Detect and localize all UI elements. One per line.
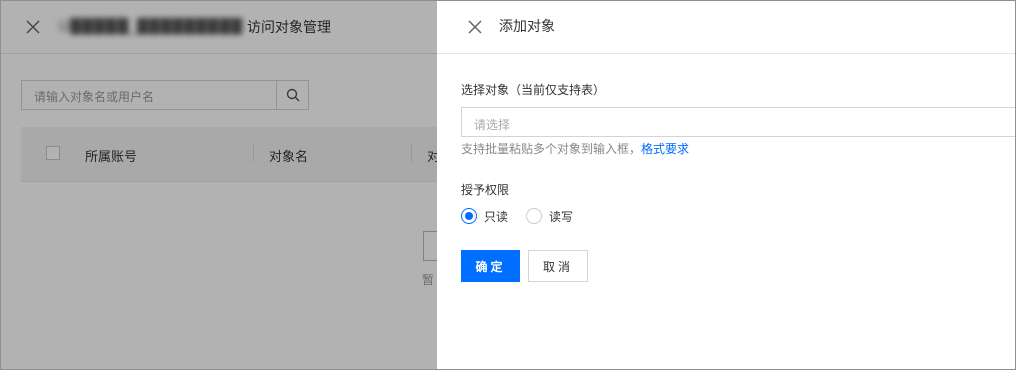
drawer-title: 添加对象 <box>499 19 555 35</box>
object-field-label: 选择对象（当前仅支持表） <box>461 83 606 97</box>
object-select-placeholder: 请选择 <box>474 118 511 132</box>
object-select[interactable]: 请选择 <box>461 107 1015 137</box>
radio-checked-icon <box>461 208 477 224</box>
radio-read-only-label: 只读 <box>484 209 509 224</box>
close-icon[interactable] <box>467 19 483 35</box>
permission-field-label: 授予权限 <box>461 183 510 197</box>
cancel-button[interactable]: 取消 <box>528 250 588 282</box>
radio-read-write-label: 读写 <box>549 209 574 224</box>
window-frame: U█████_█████████ 访问对象管理 请输入对象名或用户名 所属账号 … <box>0 0 1016 370</box>
help-text: 支持批量粘贴多个对象到输入框， <box>461 142 642 156</box>
confirm-button[interactable]: 确定 <box>461 250 520 282</box>
object-help-text: 支持批量粘贴多个对象到输入框，格式要求 <box>461 140 689 157</box>
radio-read-only[interactable]: 只读 <box>461 208 508 225</box>
permission-radio-group: 只读 读写 <box>461 207 591 225</box>
add-object-drawer: 添加对象 选择对象（当前仅支持表） 请选择 支持批量粘贴多个对象到输入框，格式要… <box>437 1 1015 369</box>
format-requirements-link[interactable]: 格式要求 <box>641 142 689 156</box>
radio-read-write[interactable]: 读写 <box>526 208 573 225</box>
drawer-header: 添加对象 <box>437 1 1015 54</box>
radio-unchecked-icon <box>526 208 543 224</box>
